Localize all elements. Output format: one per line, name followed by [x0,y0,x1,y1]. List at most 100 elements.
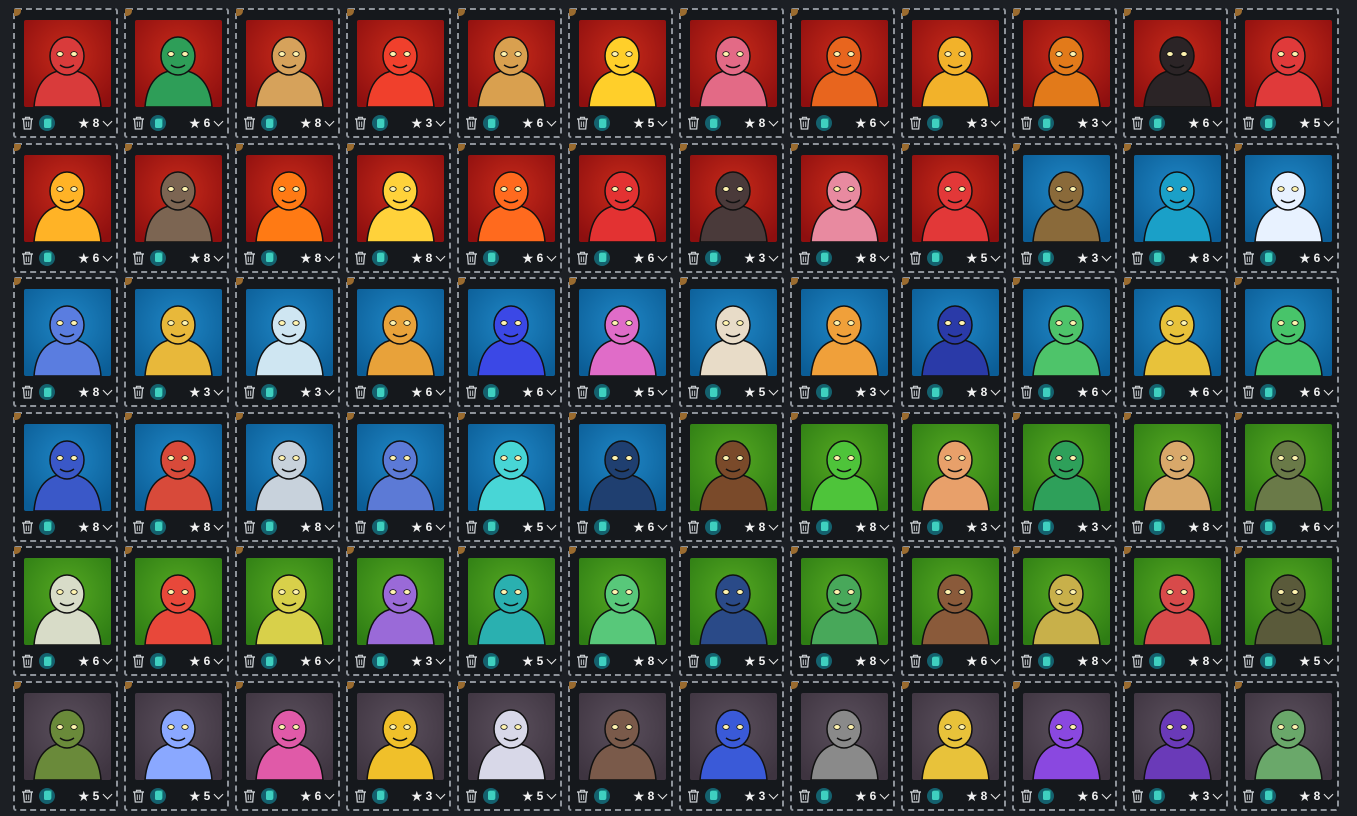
monster-card[interactable]: ★ 6 [568,142,673,273]
trash-icon[interactable] [797,115,811,131]
card-deck-icon[interactable] [150,653,166,669]
level-dropdown[interactable]: ★ 6 [521,385,557,399]
monster-card[interactable]: ★ 6 [346,277,451,407]
monster-portrait[interactable] [246,289,333,376]
card-deck-icon[interactable] [150,249,166,266]
level-dropdown[interactable]: ★ 5 [632,116,668,130]
trash-icon[interactable] [353,250,367,266]
trash-icon[interactable] [797,788,811,804]
monster-portrait[interactable] [24,154,111,242]
level-dropdown[interactable]: ★ 3 [743,251,779,265]
level-dropdown[interactable]: ★ 8 [299,251,335,265]
trash-icon[interactable] [20,653,34,669]
monster-portrait[interactable] [690,289,777,376]
trash-icon[interactable] [242,788,256,804]
card-deck-icon[interactable] [39,115,55,131]
monster-portrait[interactable] [1245,558,1332,645]
level-dropdown[interactable]: ★ 3 [1076,251,1112,265]
trash-icon[interactable] [1130,653,1144,669]
monster-portrait[interactable] [246,692,333,780]
trash-icon[interactable] [575,519,589,535]
trash-icon[interactable] [353,788,367,804]
monster-card[interactable]: ★ 6 [568,411,673,542]
level-dropdown[interactable]: ★ 8 [854,520,890,534]
monster-card[interactable]: ★ 3 [790,277,895,407]
card-deck-icon[interactable] [927,518,943,535]
monster-portrait[interactable] [24,423,111,511]
trash-icon[interactable] [1019,250,1033,266]
level-dropdown[interactable]: ★ 6 [410,385,446,399]
card-deck-icon[interactable] [1149,249,1165,266]
monster-portrait[interactable] [24,20,111,107]
level-dropdown[interactable]: ★ 5 [743,654,779,668]
card-deck-icon[interactable] [372,518,388,535]
monster-card[interactable]: ★ 6 [457,142,562,273]
card-deck-icon[interactable] [483,787,499,804]
level-dropdown[interactable]: ★ 6 [965,654,1001,668]
trash-icon[interactable] [797,519,811,535]
trash-icon[interactable] [1019,115,1033,131]
level-dropdown[interactable]: ★ 6 [1298,520,1334,534]
card-deck-icon[interactable] [1260,653,1276,669]
monster-card[interactable]: ★ 8 [1123,546,1228,676]
monster-portrait[interactable] [801,20,888,107]
card-deck-icon[interactable] [150,384,166,400]
monster-portrait[interactable] [1134,20,1221,107]
level-dropdown[interactable]: ★ 8 [965,385,1001,399]
level-dropdown[interactable]: ★ 6 [1298,385,1334,399]
trash-icon[interactable] [1019,788,1033,804]
monster-portrait[interactable] [135,154,222,242]
monster-card[interactable]: ★ 8 [13,411,118,542]
trash-icon[interactable] [908,250,922,266]
card-deck-icon[interactable] [594,787,610,804]
trash-icon[interactable] [1130,250,1144,266]
monster-portrait[interactable] [801,423,888,511]
trash-icon[interactable] [131,384,145,400]
monster-card[interactable]: ★ 6 [1234,142,1339,273]
card-deck-icon[interactable] [372,115,388,131]
monster-portrait[interactable] [1023,692,1110,780]
monster-portrait[interactable] [357,558,444,645]
card-deck-icon[interactable] [816,787,832,804]
card-deck-icon[interactable] [150,787,166,804]
card-deck-icon[interactable] [1149,115,1165,131]
monster-portrait[interactable] [912,558,999,645]
monster-portrait[interactable] [468,154,555,242]
level-dropdown[interactable]: ★ 8 [299,520,335,534]
trash-icon[interactable] [1241,788,1255,804]
monster-portrait[interactable] [1023,289,1110,376]
monster-card[interactable]: ★ 3 [679,680,784,811]
level-dropdown[interactable]: ★ 6 [521,116,557,130]
monster-card[interactable]: ★ 8 [1234,680,1339,811]
level-dropdown[interactable]: ★ 6 [77,251,113,265]
monster-portrait[interactable] [24,289,111,376]
monster-card[interactable]: ★ 5 [1234,8,1339,138]
trash-icon[interactable] [353,653,367,669]
monster-portrait[interactable] [579,154,666,242]
monster-card[interactable]: ★ 8 [235,411,340,542]
trash-icon[interactable] [464,519,478,535]
card-deck-icon[interactable] [816,115,832,131]
monster-card[interactable]: ★ 8 [346,142,451,273]
monster-portrait[interactable] [801,558,888,645]
monster-portrait[interactable] [1134,154,1221,242]
level-dropdown[interactable]: ★ 8 [188,520,224,534]
monster-portrait[interactable] [135,289,222,376]
monster-card[interactable]: ★ 5 [568,8,673,138]
card-deck-icon[interactable] [1260,115,1276,131]
trash-icon[interactable] [908,653,922,669]
card-deck-icon[interactable] [372,384,388,400]
monster-card[interactable]: ★ 8 [13,8,118,138]
card-deck-icon[interactable] [39,653,55,669]
monster-card[interactable]: ★ 6 [1012,680,1117,811]
trash-icon[interactable] [908,788,922,804]
card-deck-icon[interactable] [39,384,55,400]
trash-icon[interactable] [575,115,589,131]
monster-portrait[interactable] [246,558,333,645]
trash-icon[interactable] [1019,653,1033,669]
level-dropdown[interactable]: ★ 6 [1076,789,1112,803]
monster-card[interactable]: ★ 8 [901,277,1006,407]
level-dropdown[interactable]: ★ 6 [1187,385,1223,399]
monster-portrait[interactable] [1245,289,1332,376]
card-deck-icon[interactable] [594,653,610,669]
